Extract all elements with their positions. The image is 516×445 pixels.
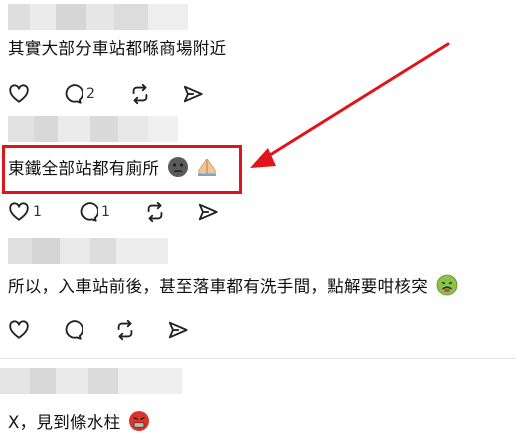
share-button[interactable] [167,318,189,342]
repost-icon [117,319,133,341]
heart-icon [9,202,29,221]
share-icon [168,321,188,339]
blurred-username [8,116,178,142]
comment-icon [65,320,83,340]
comment-icon [65,84,83,104]
nauseated-face-emoji [436,274,457,296]
repost-icon [147,201,163,223]
blurred-username [8,4,188,30]
share-button[interactable] [182,82,204,106]
reply-button[interactable]: 2 [61,82,95,106]
repost-button[interactable] [129,82,151,106]
repost-button[interactable] [114,318,136,342]
like-button[interactable] [8,82,33,106]
post-text: 其實大部分車站都喺商場附近 [8,39,227,58]
like-button[interactable] [8,318,30,342]
share-button[interactable] [197,200,219,224]
reply-count: 2 [86,86,95,102]
angry-face-emoji [128,411,149,431]
reply-button[interactable] [61,318,83,342]
repost-button[interactable] [144,200,166,224]
like-count: 1 [33,204,42,220]
blurred-username [0,368,182,394]
post-text: X，見到條水柱 [8,410,150,434]
post-text: 所以，入車站前後，甚至落車都有洗手間，點解要咁核突 [8,274,458,298]
divider [0,358,516,359]
heart-icon [9,84,29,103]
share-icon [198,203,218,221]
comment-icon [80,202,98,222]
reply-count: 1 [101,204,110,220]
heart-icon [9,320,29,339]
reply-button[interactable]: 1 [76,200,110,224]
blurred-username [8,238,168,264]
like-button[interactable]: 1 [8,200,42,224]
repost-icon [132,83,148,105]
share-icon [183,85,203,103]
highlight-box [2,145,242,194]
